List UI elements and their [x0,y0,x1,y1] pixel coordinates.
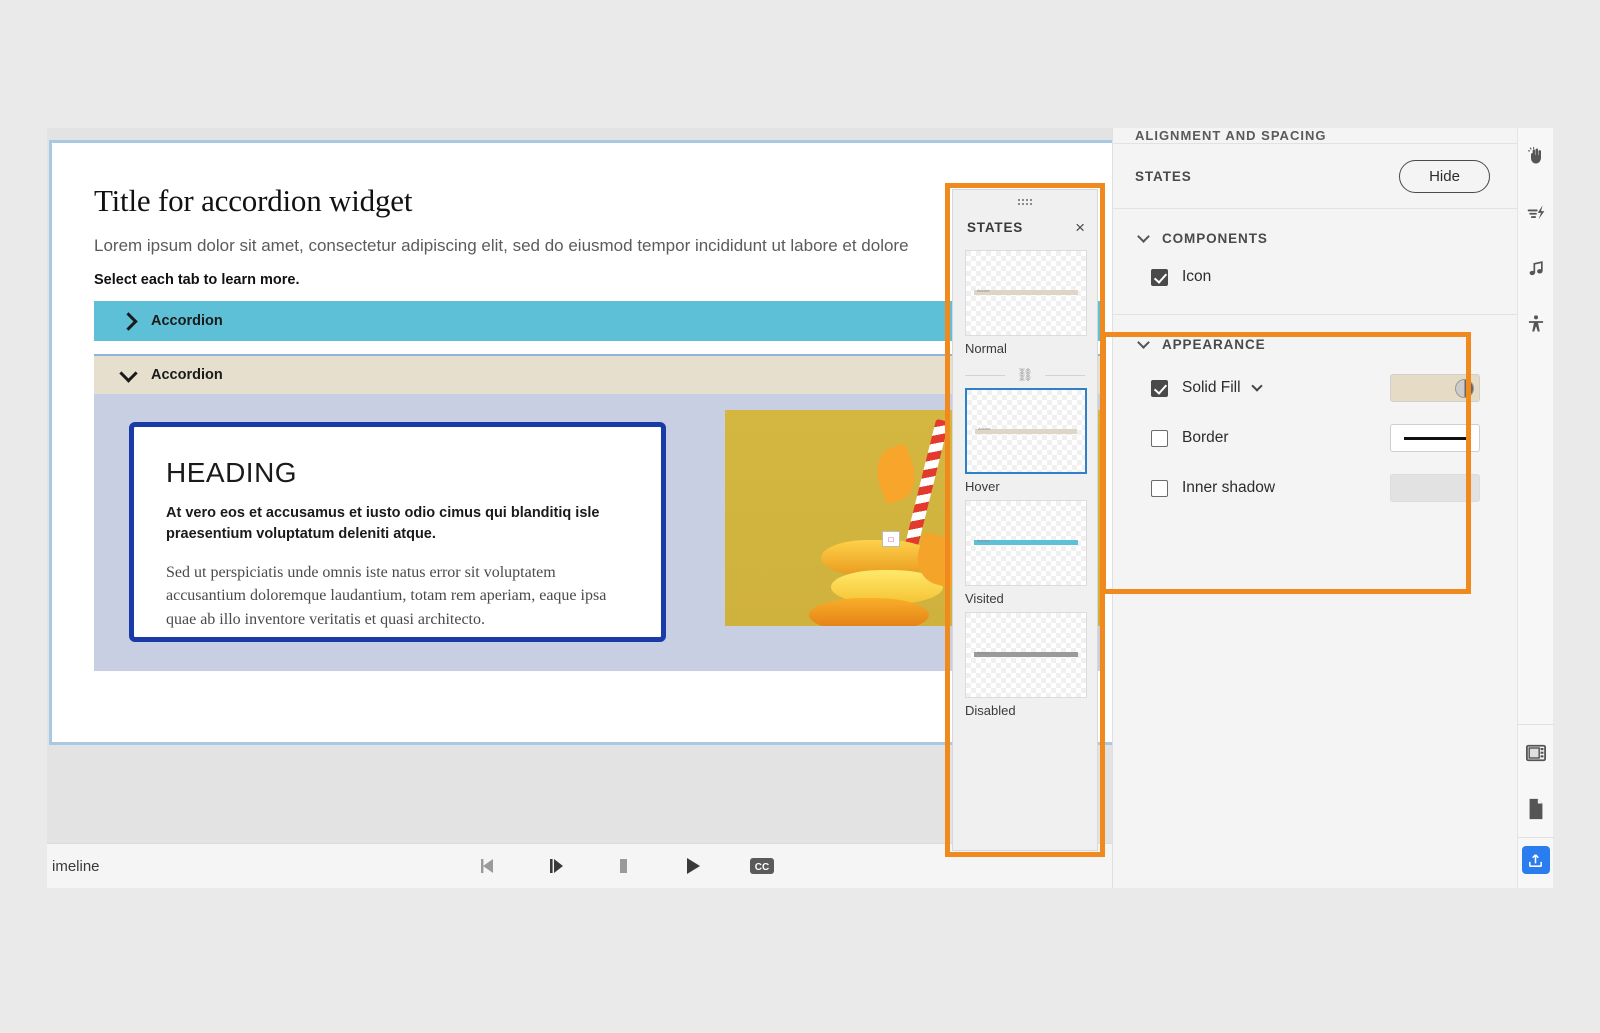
card-heading: HEADING [166,457,298,489]
floating-panel-title: STATES [967,219,1024,235]
border-checkbox[interactable] [1151,429,1168,447]
components-section: COMPONENTS Icon [1113,209,1532,315]
state-thumbnail-visited[interactable]: Accord [965,500,1087,586]
border-row[interactable]: Border [1113,424,1532,452]
accordion-item-1-label: Accordion [151,313,223,330]
card-body-text: Sed ut perspiciatis unde omnis iste natu… [166,564,607,628]
opacity-icon[interactable] [1455,378,1474,398]
step-forward-button[interactable] [545,855,567,877]
timeline-label: imeline [52,857,100,875]
state-thumbnail-disabled[interactable]: Accord [965,612,1087,698]
share-upload-button[interactable] [1521,846,1550,874]
thumb-line-label: Accord [977,537,990,543]
components-section-label: COMPONENTS [1162,231,1268,246]
border-line-icon [1404,436,1466,440]
floating-states-panel: STATES × Accord Normal ⛓ Accord Hover Ac… [952,189,1098,851]
state-caption-hover: Hover [965,479,1000,494]
states-thumbnail-list: Accord Normal ⛓ Accord Hover Accord Visi… [953,242,1097,718]
appearance-section-label: APPEARANCE [1162,337,1266,352]
close-icon[interactable]: × [1075,219,1085,236]
state-caption-normal: Normal [965,341,1007,356]
appearance-section-header[interactable]: APPEARANCE [1113,336,1532,352]
thumb-line-label: Accord [978,426,991,432]
screenshot-root: Title for accordion widget Lorem ipsum d… [0,0,1600,1033]
state-caption-visited: Visited [965,591,1004,606]
rail-divider-bottom [1517,837,1554,838]
orange-slice-bottom [809,598,929,627]
thumb-line-label: Accord [977,649,990,655]
document-page-icon[interactable] [1518,781,1554,837]
card-lead-text: At vero eos et accusamus et iusto odio c… [166,505,600,543]
closed-captions-button[interactable]: CC [749,856,775,876]
inner-shadow-row[interactable]: Inner shadow [1113,474,1532,502]
solid-fill-checkbox[interactable] [1151,379,1168,397]
inner-shadow-checkbox[interactable] [1151,479,1168,497]
step-forward-icon [550,859,563,873]
play-button[interactable] [681,855,703,877]
chevron-down-icon [119,363,138,383]
interaction-hand-icon[interactable] [1518,128,1554,184]
motion-effects-icon[interactable] [1518,184,1554,240]
state-thumbnail-hover[interactable]: Accord [965,388,1087,474]
states-section-label: STATES [1135,168,1192,184]
accordion-item-2-label: Accordion [151,367,223,384]
component-icon-row[interactable]: Icon [1113,268,1532,286]
solid-fill-label: Solid Fill [1182,379,1241,396]
icon-checkbox[interactable] [1151,268,1168,286]
appearance-section: APPEARANCE Solid Fill Border Inner shado… [1113,315,1532,528]
component-icon-label: Icon [1182,268,1212,285]
svg-text:CC: CC [755,862,769,873]
panel-drag-handle[interactable] [953,190,1097,212]
content-card[interactable]: HEADING At vero eos et accusamus et iust… [129,422,666,643]
properties-panel: ALIGNMENT AND SPACING STATES Hide COMPON… [1112,128,1532,888]
state-item-hover[interactable]: Accord Hover [953,388,1097,494]
state-item-normal[interactable]: Accord Normal [953,250,1097,356]
tool-rail [1517,128,1554,888]
broken-link-icon: ⛓ [1016,367,1034,382]
inner-shadow-label: Inner shadow [1182,479,1276,496]
share-upload-icon [1529,853,1542,867]
state-item-visited[interactable]: Accord Visited [953,500,1097,606]
thumb-line [974,540,1078,546]
chevron-down-icon [1137,336,1150,349]
step-backward-icon [481,859,493,873]
cc-icon: CC [750,858,774,874]
alignment-and-spacing-section-header[interactable]: ALIGNMENT AND SPACING [1113,128,1532,144]
hide-states-button[interactable]: Hide [1399,159,1490,193]
app-window: Title for accordion widget Lorem ipsum d… [47,128,1554,888]
step-backward-button[interactable] [477,855,499,877]
states-section-row: STATES Hide [1113,144,1532,209]
thumb-line [974,652,1078,658]
audio-music-icon[interactable] [1518,240,1554,296]
thumb-line-label: Accord [977,287,990,293]
solid-fill-color-swatch[interactable] [1390,374,1480,402]
border-swatch-wrap [1390,424,1480,452]
state-caption-disabled: Disabled [965,703,1016,718]
state-item-disabled[interactable]: Accord Disabled [953,612,1097,718]
grip-dots-icon [1017,197,1033,205]
play-icon [687,858,700,874]
stop-button[interactable] [613,855,635,877]
layout-panel-icon[interactable] [1518,725,1554,781]
stop-icon [620,859,627,873]
solid-fill-swatch-wrap [1390,374,1480,402]
chevron-right-icon [119,311,138,331]
thumb-line [974,290,1078,296]
state-link-divider[interactable]: ⛓ [953,362,1097,388]
solid-fill-row[interactable]: Solid Fill [1113,374,1532,402]
accessibility-icon[interactable] [1518,296,1554,352]
border-style-swatch[interactable] [1390,424,1480,452]
floating-panel-header: STATES × [953,212,1097,242]
components-section-header[interactable]: COMPONENTS [1113,230,1532,246]
state-thumbnail-normal[interactable]: Accord [965,250,1087,336]
inner-shadow-swatch-wrap [1390,474,1480,502]
border-label: Border [1182,429,1229,446]
inner-shadow-swatch[interactable] [1390,474,1480,502]
timeline-controls: CC [477,855,775,877]
broken-image-badge-icon: □ [882,531,900,548]
solid-fill-dropdown-icon[interactable] [1250,380,1263,392]
chevron-down-icon [1137,230,1150,243]
